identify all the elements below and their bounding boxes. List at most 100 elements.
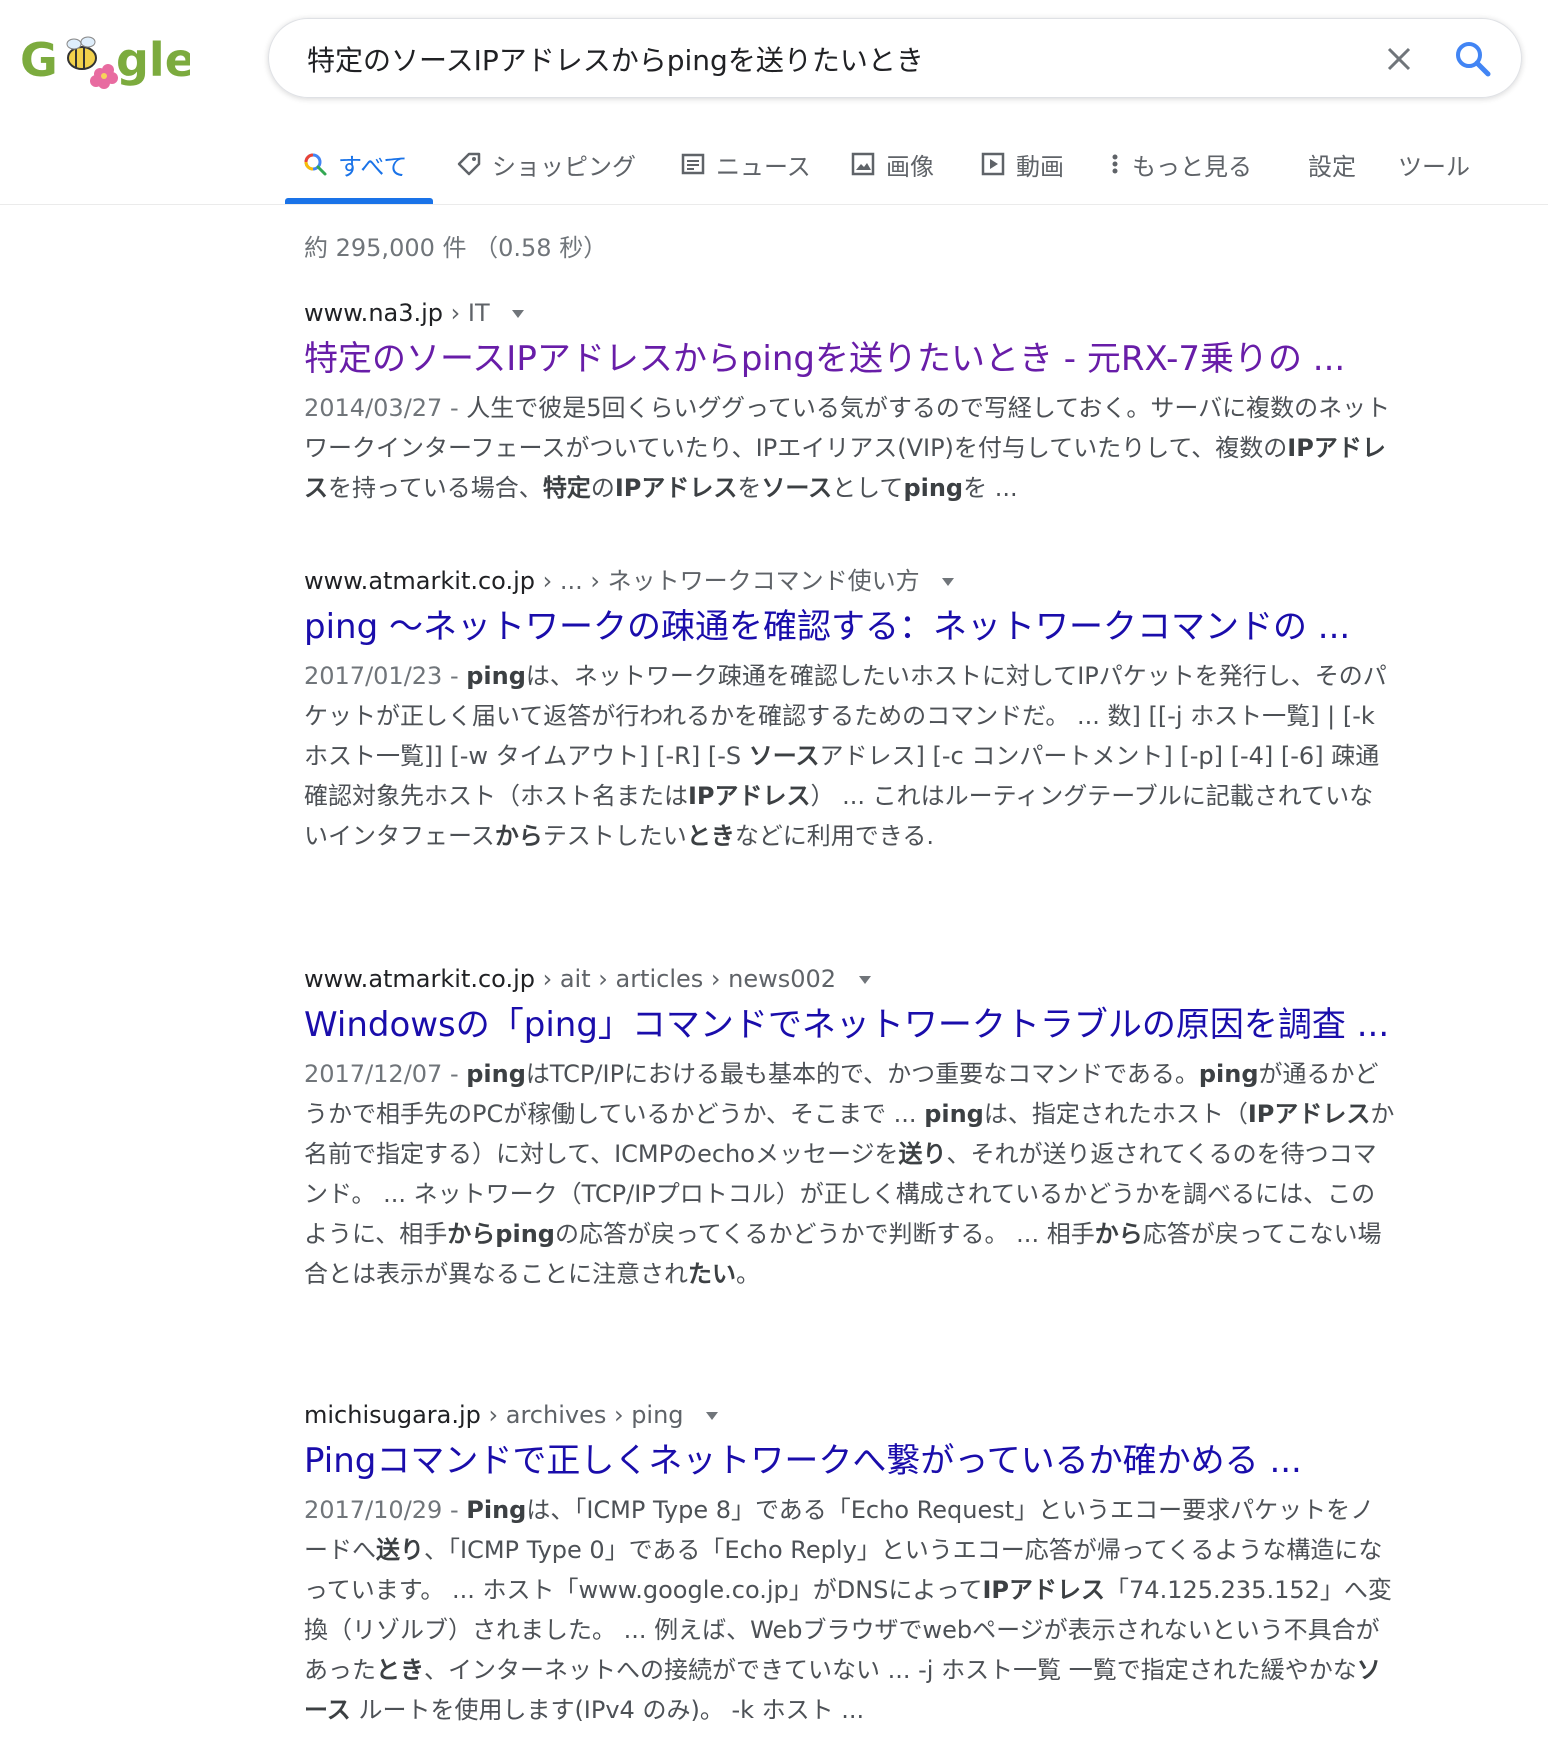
result-snippet: 2014/03/27 - 人生で彼是5回くらいググっている気がするので写経してお… xyxy=(304,388,1396,508)
result-url[interactable]: www.atmarkit.co.jp › ... › ネットワークコマンド使い方 xyxy=(304,564,1396,598)
snippet-highlight: IPアドレス xyxy=(982,1576,1106,1604)
result-stats: 約 295,000 件 （0.58 秒） xyxy=(304,234,608,262)
snippet-text: は、指定されたホスト（ xyxy=(983,1100,1248,1128)
snippet-text: 人生で彼是5回くらいググっている気がするので写経しておく。サーバに複数のネットワ… xyxy=(304,394,1391,462)
result-title[interactable]: ping 〜ネットワークの疎通を確認する：ネットワークコマンドの ... xyxy=(304,602,1396,652)
search-result: michisugara.jp › archives › ping Pingコマン… xyxy=(304,1398,1396,1730)
google-logo[interactable]: G gle xyxy=(20,28,196,98)
tab-label: 設定 xyxy=(1308,152,1356,181)
snippet-highlight: IPアドレス xyxy=(1247,1100,1371,1128)
news-icon xyxy=(681,153,705,175)
result-snippet: 2017/10/29 - Pingは、「ICMP Type 8」である「Echo… xyxy=(304,1490,1396,1730)
snippet-text: などに利用できる. xyxy=(734,822,934,850)
search-result: www.atmarkit.co.jp › ... › ネットワークコマンド使い方… xyxy=(304,564,1396,856)
tab-news[interactable]: ニュース xyxy=(680,142,811,186)
tab-more[interactable]: もっと見る xyxy=(1108,142,1252,186)
tab-label: 動画 xyxy=(1016,152,1064,181)
tab-all[interactable]: すべて xyxy=(302,142,407,186)
snippet-text: の応答が戻ってくるかどうかで判断する。 ... 相手 xyxy=(554,1220,1095,1248)
snippet-highlight: 特定 xyxy=(542,474,591,502)
search-result: www.atmarkit.co.jp › ait › articles › ne… xyxy=(304,962,1396,1294)
search-tabs: すべて ショッピング ニュース 画像 動画 もっと見る 設定 ツール xyxy=(0,126,1548,205)
result-title[interactable]: Windowsの「ping」コマンドでネットワークトラブルの原因を調査 ... xyxy=(304,1000,1396,1050)
result-snippet: 2017/12/07 - pingはTCP/IPにおける最も基本的で、かつ重要な… xyxy=(304,1054,1396,1294)
snippet-highlight: ping xyxy=(495,1220,555,1248)
snippet-highlight: ソース xyxy=(748,742,820,770)
image-icon xyxy=(851,152,875,176)
snippet-highlight: たい xyxy=(688,1260,736,1288)
result-path: › ... › ネットワークコマンド使い方 xyxy=(534,567,920,595)
search-icon xyxy=(304,153,327,176)
result-path: › ait › articles › news002 xyxy=(534,965,837,993)
result-title[interactable]: 特定のソースIPアドレスからpingを送りたいとき - 元RX-7乗りの ... xyxy=(304,334,1396,384)
result-date: 2014/03/27 - xyxy=(304,394,467,422)
clear-search-button[interactable] xyxy=(1379,39,1419,79)
snippet-highlight: IPアドレス xyxy=(688,782,811,810)
tab-shopping[interactable]: ショッピング xyxy=(456,142,636,186)
snippet-text: はTCP/IPにおける最も基本的で、かつ重要なコマンドである。 xyxy=(525,1060,1199,1088)
snippet-highlight: とき xyxy=(376,1656,424,1684)
snippet-text: 、インターネットへの接続ができていない ... -j ホスト一覧 一覧で指定され… xyxy=(424,1656,1357,1684)
snippet-highlight: ping xyxy=(466,662,526,690)
tab-tools[interactable]: ツール xyxy=(1398,142,1470,186)
tab-settings[interactable]: 設定 xyxy=(1308,142,1356,186)
result-path: › archives › ping xyxy=(480,1401,684,1429)
caret-down-icon[interactable] xyxy=(858,975,872,985)
result-domain: michisugara.jp xyxy=(304,1401,481,1429)
search-result: www.na3.jp › IT 特定のソースIPアドレスからpingを送りたいと… xyxy=(304,296,1396,508)
search-button[interactable] xyxy=(1451,37,1495,81)
snippet-highlight: とき xyxy=(686,822,735,850)
snippet-text: 。 xyxy=(736,1260,760,1288)
tab-label: 画像 xyxy=(886,152,934,181)
tab-label: ニュース xyxy=(716,152,811,181)
snippet-highlight: から xyxy=(494,822,543,850)
snippet-highlight: ソース xyxy=(761,474,833,502)
snippet-highlight: 送り xyxy=(376,1536,424,1564)
tab-label: もっと見る xyxy=(1132,152,1252,181)
snippet-text: を xyxy=(737,474,762,502)
tab-images[interactable]: 画像 xyxy=(850,142,934,186)
video-icon xyxy=(981,152,1005,176)
close-icon xyxy=(1387,47,1411,71)
result-domain: www.na3.jp xyxy=(304,299,444,327)
tab-videos[interactable]: 動画 xyxy=(980,142,1064,186)
more-vert-icon xyxy=(1112,154,1118,174)
result-date: 2017/12/07 - xyxy=(304,1060,467,1088)
svg-text:gle: gle xyxy=(116,33,190,87)
snippet-highlight: IPアドレス xyxy=(614,474,738,502)
result-url[interactable]: www.atmarkit.co.jp › ait › articles › ne… xyxy=(304,962,1396,996)
caret-down-icon[interactable] xyxy=(511,309,525,319)
snippet-text: ルートを使用します(IPv4 のみ)。 -k ホスト ... xyxy=(350,1696,865,1724)
snippet-highlight: ping xyxy=(903,474,964,502)
search-input[interactable] xyxy=(305,33,1309,85)
result-domain: www.atmarkit.co.jp xyxy=(304,965,535,993)
snippet-text: を ... xyxy=(963,474,1018,502)
snippet-text: テストしたい xyxy=(542,822,687,850)
tab-label: ショッピング xyxy=(492,152,636,181)
result-domain: www.atmarkit.co.jp xyxy=(304,567,535,595)
caret-down-icon[interactable] xyxy=(941,577,955,587)
caret-down-icon[interactable] xyxy=(705,1411,719,1421)
result-date: 2017/01/23 - xyxy=(304,662,467,690)
active-tab-indicator xyxy=(285,198,433,204)
result-date: 2017/10/29 - xyxy=(304,1496,467,1524)
snippet-highlight: から xyxy=(1094,1220,1143,1248)
result-url[interactable]: michisugara.jp › archives › ping xyxy=(304,1398,1396,1432)
tab-label: ツール xyxy=(1398,152,1470,181)
snippet-highlight: 送り xyxy=(898,1140,947,1168)
search-box xyxy=(268,18,1522,98)
snippet-highlight: ping xyxy=(924,1100,984,1128)
snippet-highlight: ping xyxy=(1198,1060,1259,1088)
result-url[interactable]: www.na3.jp › IT xyxy=(304,296,1396,330)
svg-text:G: G xyxy=(20,33,58,87)
snippet-highlight: から xyxy=(447,1220,496,1248)
tag-icon xyxy=(457,152,481,176)
result-snippet: 2017/01/23 - pingは、ネットワーク疎通を確認したいホストに対して… xyxy=(304,656,1396,856)
result-path: › IT xyxy=(443,299,490,327)
tab-label: すべて xyxy=(338,152,408,181)
snippet-highlight: Ping xyxy=(466,1496,527,1524)
search-icon xyxy=(1456,42,1491,77)
snippet-highlight: ping xyxy=(466,1060,526,1088)
result-title[interactable]: Pingコマンドで正しくネットワークへ繋がっているか確かめる ... xyxy=(304,1436,1396,1486)
snippet-text: の xyxy=(590,474,615,502)
